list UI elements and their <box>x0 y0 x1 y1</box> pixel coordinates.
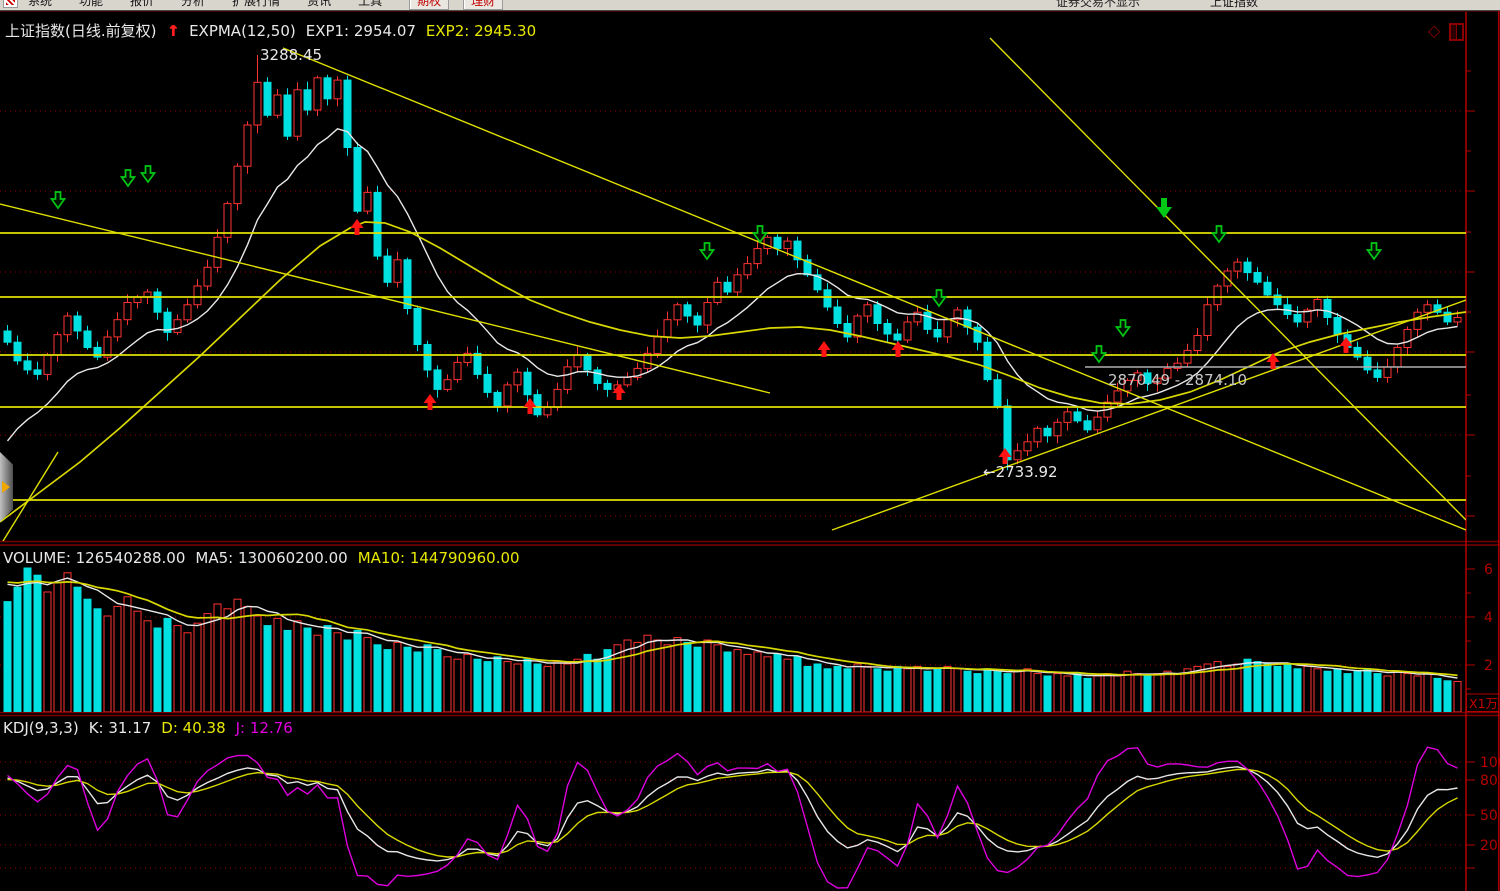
app-window: 3288.45 2870.49 - 2874.10 ←2733.92 6 4 2 X1万 10… <box>0 0 1500 891</box>
menu-item-4[interactable]: 扩展行情 <box>232 0 280 8</box>
svg-text:3288.45: 3288.45 <box>260 46 322 64</box>
menu-item-7[interactable]: 期权 <box>409 0 449 10</box>
volume-header: VOLUME: 126540288.00 MA5: 130060200.00 MA1… <box>3 549 530 567</box>
menu-bar: 系统 功能 报价 分析 扩展行情 资讯 工具 期权 理财 证券交易不显示 上证指数 <box>0 0 1500 11</box>
kdj-d-value: D: 40.38 <box>161 719 225 737</box>
menu-item-1[interactable]: 功能 <box>79 0 103 8</box>
main-chart-header: 上证指数(日线.前复权) ↑ EXPMA(12,50) EXP1: 2954.07 EX… <box>5 20 546 41</box>
menu-item-8[interactable]: 理财 <box>463 0 503 10</box>
expand-arrow-icon <box>2 481 10 493</box>
volume-ma10-value: MA10: 144790960.00 <box>358 549 520 567</box>
svg-text:X1万: X1万 <box>1469 696 1498 711</box>
svg-text:2: 2 <box>1484 658 1493 674</box>
volume-value: VOLUME: 126540288.00 <box>3 549 185 567</box>
restore-window-icon[interactable] <box>1449 23 1464 41</box>
svg-text:50: 50 <box>1480 808 1498 824</box>
svg-text:100: 100 <box>1480 755 1500 771</box>
svg-text:20: 20 <box>1480 838 1498 854</box>
up-arrow-icon: ↑ <box>166 22 179 40</box>
kdj-k-value: K: 31.17 <box>89 719 152 737</box>
menu-item-6[interactable]: 工具 <box>358 0 382 8</box>
menu-item-5[interactable]: 资讯 <box>307 0 331 8</box>
svg-text:←2733.92: ←2733.92 <box>983 463 1058 481</box>
menu-item-2[interactable]: 报价 <box>130 0 154 8</box>
kdj-header: KDJ(9,3,3) K: 31.17 D: 40.38 J: 12.76 <box>3 719 303 737</box>
svg-text:2870.49 - 2874.10: 2870.49 - 2874.10 <box>1108 371 1247 389</box>
menu-right-index[interactable]: 上证指数 <box>1210 0 1258 10</box>
menu-items: 系统 功能 报价 分析 扩展行情 资讯 工具 期权 理财 <box>28 0 517 9</box>
chart-title: 上证指数(日线.前复权) <box>5 22 156 40</box>
svg-text:4: 4 <box>1484 610 1493 626</box>
app-logo-icon[interactable] <box>3 0 18 8</box>
exp2-value: EXP2: 2945.30 <box>426 22 536 40</box>
kdj-j-value: J: 12.76 <box>236 719 293 737</box>
volume-ma5-value: MA5: 130060200.00 <box>195 549 347 567</box>
price-volume-kdj-canvas[interactable]: 3288.45 2870.49 - 2874.10 ←2733.92 6 4 2 X1万 10… <box>0 0 1500 891</box>
svg-text:6: 6 <box>1484 562 1493 578</box>
menu-right-status: 证券交易不显示 <box>1056 0 1140 10</box>
diamond-icon[interactable]: ◇ <box>1428 21 1440 40</box>
kdj-indicator-name[interactable]: KDJ(9,3,3) <box>3 719 79 737</box>
menu-item-3[interactable]: 分析 <box>181 0 205 8</box>
exp1-value: EXP1: 2954.07 <box>306 22 416 40</box>
menu-item-0[interactable]: 系统 <box>28 0 52 8</box>
svg-text:80: 80 <box>1480 773 1498 789</box>
indicator-name[interactable]: EXPMA(12,50) <box>189 22 296 40</box>
